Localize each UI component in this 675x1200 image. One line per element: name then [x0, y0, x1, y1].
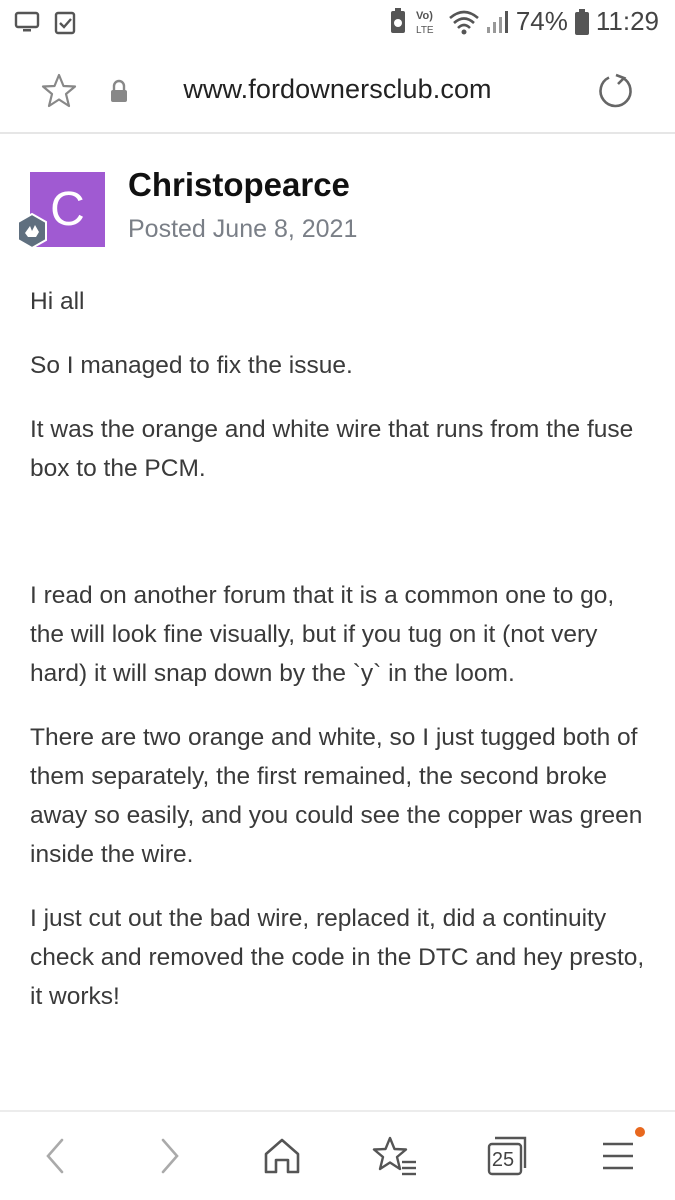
- forward-icon[interactable]: [155, 1134, 185, 1183]
- bottom-navigation: 25: [0, 1110, 675, 1200]
- url-field[interactable]: www.fordownersclub.com: [120, 74, 555, 105]
- battery-percent: 74%: [515, 6, 568, 36]
- posted-label: Posted: [128, 215, 206, 243]
- post-date: Posted June 8, 2021: [128, 215, 357, 244]
- post-paragraph: It was the orange and white wire that ru…: [30, 416, 634, 482]
- clipboard-check-icon: [54, 10, 76, 41]
- address-bar: www.fordownersclub.com: [0, 48, 675, 134]
- clock: 11:29: [595, 6, 659, 36]
- post-paragraph: Hi all: [30, 288, 85, 315]
- author-name[interactable]: Christopearce: [128, 166, 350, 204]
- home-icon[interactable]: [262, 1134, 302, 1183]
- signal-icon: [486, 9, 510, 35]
- battery-saver-icon: [388, 7, 408, 37]
- post-paragraph: There are two orange and white, so I jus…: [30, 724, 643, 868]
- post-paragraph: I read on another forum that it is a com…: [30, 582, 615, 687]
- rank-badge-icon: [14, 212, 50, 250]
- tab-count: 25: [491, 1149, 515, 1171]
- battery-icon: [574, 8, 590, 36]
- notification-icons: [14, 10, 76, 41]
- tabs-icon[interactable]: 25: [486, 1134, 528, 1178]
- notification-dot: [635, 1127, 645, 1137]
- post-paragraph: So I managed to fix the issue.: [30, 352, 353, 379]
- reload-icon[interactable]: [597, 72, 635, 115]
- bookmark-star-icon[interactable]: [40, 72, 78, 115]
- volte-icon: Vo) LTE: [414, 7, 442, 37]
- svg-text:Vo): Vo): [416, 10, 433, 22]
- post-body: Hi all So I managed to fix the issue. It…: [30, 282, 645, 1041]
- bookmarks-icon[interactable]: [372, 1134, 418, 1183]
- post-paragraph: I just cut out the bad wire, replaced it…: [30, 905, 645, 1010]
- wifi-icon: [448, 8, 480, 36]
- back-icon[interactable]: [40, 1134, 70, 1183]
- status-bar: Vo) LTE 74% 11:29: [0, 0, 675, 48]
- posted-date: June 8, 2021: [212, 215, 358, 243]
- screen-mirror-icon: [14, 10, 40, 41]
- menu-icon[interactable]: [600, 1134, 636, 1183]
- svg-text:LTE: LTE: [416, 25, 434, 36]
